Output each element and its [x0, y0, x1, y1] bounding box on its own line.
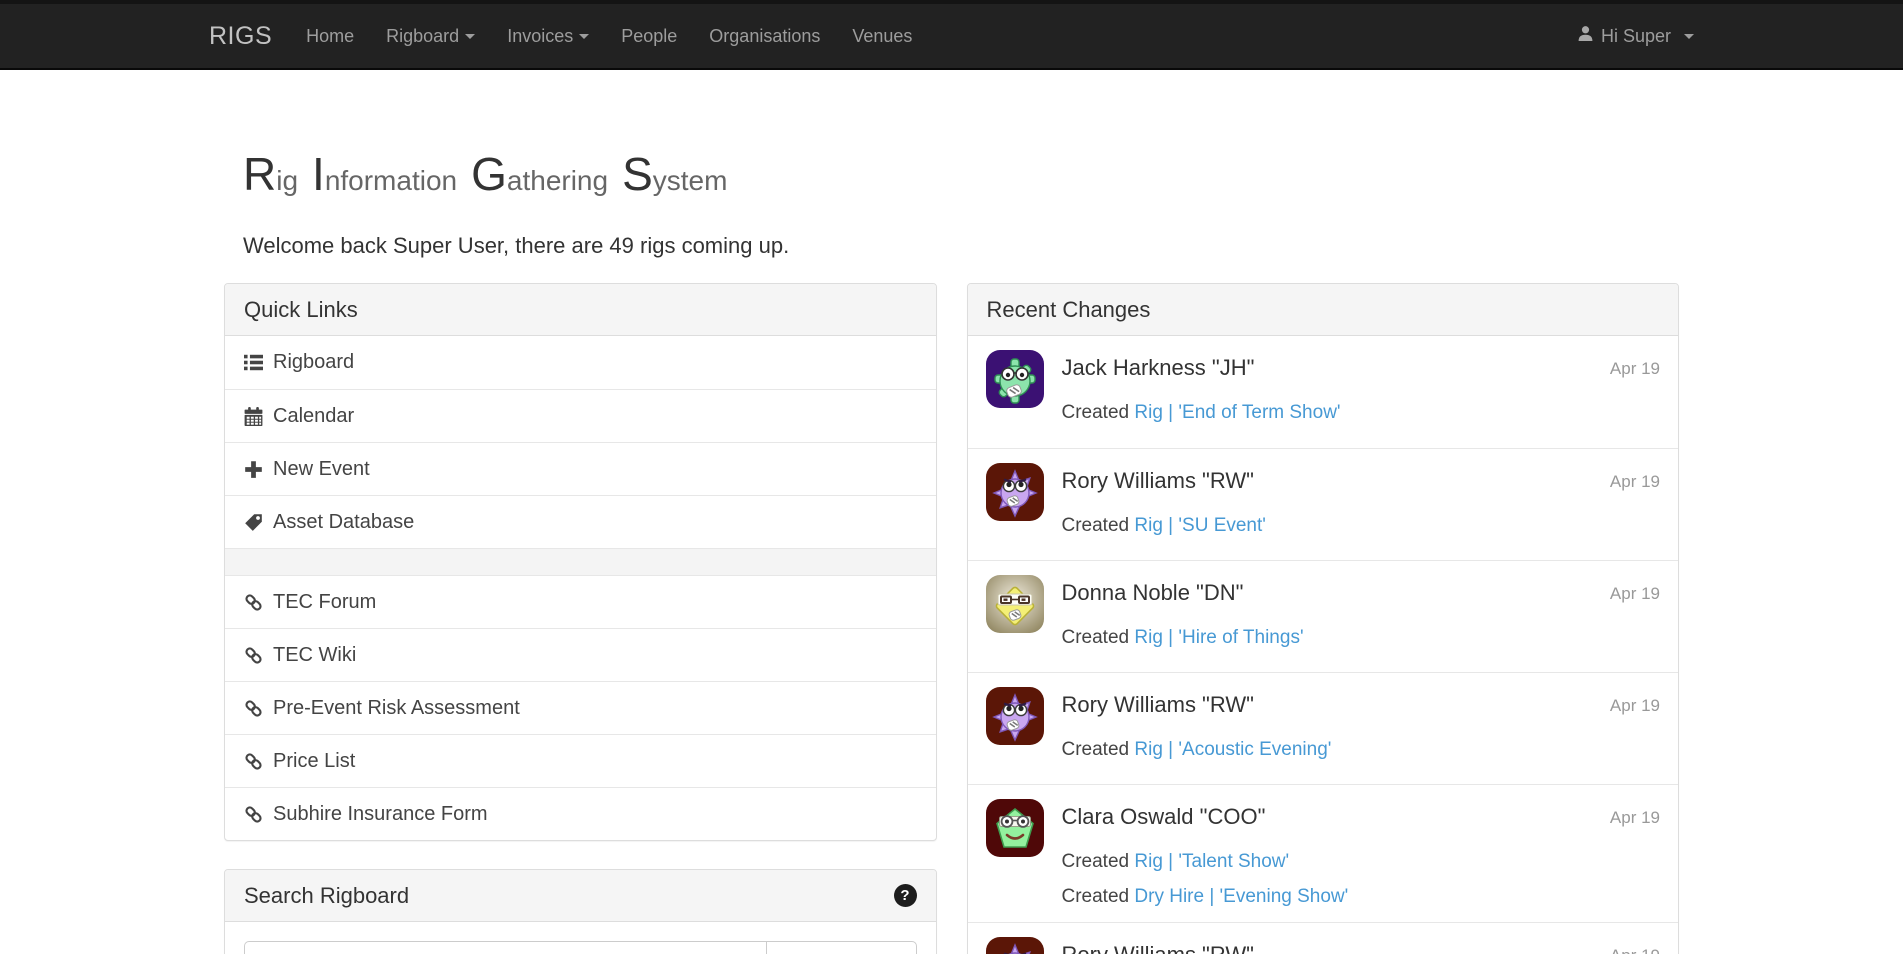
search-button[interactable]: Search	[766, 941, 916, 954]
change-link[interactable]: Rig | 'Talent Show'	[1134, 851, 1289, 872]
quick-links-list: Rigboard Calendar New Event Asset Databa…	[225, 336, 936, 840]
change-date: Apr 19	[1610, 584, 1660, 606]
brand-logo[interactable]: RIGS	[209, 22, 272, 51]
change-date: Apr 19	[1610, 472, 1660, 494]
nav-item-invoices[interactable]: Invoices	[491, 4, 605, 68]
calendar-icon	[244, 407, 263, 426]
quick-links-header: Quick Links	[225, 284, 936, 336]
change-link[interactable]: Rig | 'SU Event'	[1134, 515, 1266, 536]
link-icon	[244, 752, 263, 771]
change-link[interactable]: Rig | 'Hire of Things'	[1134, 627, 1303, 648]
link-icon	[244, 699, 263, 718]
user-name: Rory Williams "RW"	[1062, 942, 1254, 954]
link-icon	[244, 805, 263, 824]
change-item: Clara Oswald "COO" Apr 19 Created Rig | …	[968, 784, 1679, 922]
list-separator	[225, 548, 936, 575]
change-date: Apr 19	[1610, 808, 1660, 830]
quick-link-calendar[interactable]: Calendar	[225, 389, 936, 442]
nav-item-people[interactable]: People	[605, 4, 693, 68]
change-item: Rory Williams "RW" Apr 19 Created Rig | …	[968, 448, 1679, 560]
monster-avatar	[986, 799, 1044, 857]
monster-avatar	[986, 575, 1044, 633]
page-title: RigInformationGatheringSystem	[243, 148, 1694, 207]
list-icon	[244, 353, 263, 372]
monster-avatar	[986, 350, 1044, 408]
nav-item-venues[interactable]: Venues	[836, 4, 928, 68]
quick-link-pre-event-risk-assessment[interactable]: Pre-Event Risk Assessment	[225, 681, 936, 734]
quick-link-rigboard[interactable]: Rigboard	[225, 336, 936, 389]
change-date: Apr 19	[1610, 946, 1660, 954]
quick-link-price-list[interactable]: Price List	[225, 734, 936, 787]
main-nav: Home Rigboard Invoices People Organisati…	[290, 4, 928, 68]
quick-link-subhire-insurance-form[interactable]: Subhire Insurance Form	[225, 787, 936, 840]
change-item: Rory Williams "RW" Apr 19 Created Rig | …	[968, 672, 1679, 784]
welcome-text: Welcome back Super User, there are 49 ri…	[243, 233, 1694, 259]
navbar: RIGS Home Rigboard Invoices People Organ…	[0, 0, 1903, 70]
change-item: Donna Noble "DN" Apr 19 Created Rig | 'H…	[968, 560, 1679, 672]
change-item: Jack Harkness "JH" Apr 19 Created Rig | …	[968, 336, 1679, 448]
tag-icon	[244, 513, 263, 532]
monster-avatar	[986, 463, 1044, 521]
change-item: Rory Williams "RW" Apr 19	[968, 922, 1679, 954]
recent-changes-title: Recent Changes	[987, 297, 1151, 323]
help-icon[interactable]: ?	[894, 884, 917, 907]
quick-link-tec-forum[interactable]: TEC Forum	[225, 575, 936, 628]
change-link[interactable]: Dry Hire | 'Evening Show'	[1134, 886, 1348, 907]
user-menu[interactable]: Hi Super	[1577, 4, 1694, 68]
nav-item-home[interactable]: Home	[290, 4, 370, 68]
change-link[interactable]: Rig | 'Acoustic Evening'	[1134, 739, 1331, 760]
user-icon	[1577, 4, 1594, 68]
user-menu-label: Hi Super	[1601, 4, 1671, 68]
user-name: Clara Oswald "COO"	[1062, 804, 1266, 830]
change-date: Apr 19	[1610, 359, 1660, 381]
user-name: Rory Williams "RW"	[1062, 468, 1254, 494]
monster-avatar	[986, 687, 1044, 745]
recent-changes-list: Jack Harkness "JH" Apr 19 Created Rig | …	[968, 336, 1679, 954]
search-input[interactable]	[244, 941, 766, 954]
link-icon	[244, 646, 263, 665]
search-rigboard-header: Search Rigboard ?	[225, 870, 936, 922]
change-action: Created Dry Hire | 'Evening Show'	[1062, 886, 1661, 908]
change-action: Created Rig | 'Acoustic Evening'	[1062, 739, 1661, 761]
chevron-down-icon	[465, 34, 475, 39]
user-name: Donna Noble "DN"	[1062, 580, 1244, 606]
monster-avatar	[986, 937, 1044, 954]
quick-link-tec-wiki[interactable]: TEC Wiki	[225, 628, 936, 681]
change-date: Apr 19	[1610, 696, 1660, 718]
quick-links-panel: Quick Links Rigboard Calendar New Event	[224, 283, 937, 841]
quick-link-asset-database[interactable]: Asset Database	[225, 495, 936, 548]
link-icon	[244, 593, 263, 612]
quick-links-title: Quick Links	[244, 297, 358, 323]
nav-item-rigboard[interactable]: Rigboard	[370, 4, 491, 68]
recent-changes-panel: Recent Changes Jack Harkness "JH"	[967, 283, 1680, 954]
change-action: Created Rig | 'Hire of Things'	[1062, 627, 1661, 649]
chevron-down-icon	[1684, 34, 1694, 39]
nav-item-organisations[interactable]: Organisations	[693, 4, 836, 68]
search-rigboard-title: Search Rigboard	[244, 883, 409, 909]
quick-link-new-event[interactable]: New Event	[225, 442, 936, 495]
user-name: Rory Williams "RW"	[1062, 692, 1254, 718]
change-action: Created Rig | 'Talent Show'	[1062, 851, 1661, 873]
chevron-down-icon	[579, 34, 589, 39]
change-link[interactable]: Rig | 'End of Term Show'	[1134, 402, 1340, 423]
search-rigboard-panel: Search Rigboard ? Search	[224, 869, 937, 954]
plus-icon	[244, 460, 263, 479]
user-name: Jack Harkness "JH"	[1062, 355, 1255, 381]
change-action: Created Rig | 'End of Term Show'	[1062, 402, 1661, 424]
recent-changes-header: Recent Changes	[968, 284, 1679, 336]
change-action: Created Rig | 'SU Event'	[1062, 515, 1661, 537]
